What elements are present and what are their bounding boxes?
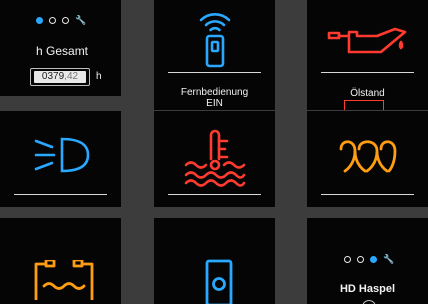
oil-status-box bbox=[344, 100, 384, 110]
page-indicator[interactable]: 🔧 bbox=[344, 255, 394, 264]
divider bbox=[168, 194, 261, 195]
oil-label: Ölstand bbox=[350, 88, 385, 99]
counter-decimal: 42 bbox=[66, 71, 79, 82]
page-indicator[interactable]: 🔧 bbox=[36, 16, 86, 25]
divider bbox=[321, 72, 414, 73]
page-dot[interactable] bbox=[36, 17, 43, 24]
haspel-indicator bbox=[362, 300, 376, 304]
tile-haspel[interactable]: 🔧 HD Haspel bbox=[307, 218, 428, 304]
page-dot[interactable] bbox=[49, 17, 56, 24]
remote-label: Fernbedienung EIN bbox=[154, 87, 275, 109]
light-label bbox=[0, 204, 121, 207]
hours-title: h Gesamt bbox=[36, 44, 89, 58]
headlight-icon bbox=[34, 137, 90, 173]
hours-unit: h bbox=[96, 71, 102, 82]
tile-glow[interactable] bbox=[307, 111, 428, 207]
page-dot[interactable] bbox=[370, 256, 377, 263]
wrench-icon[interactable]: 🔧 bbox=[75, 16, 86, 25]
haspel-title: HD Haspel bbox=[339, 283, 396, 295]
tile-tank[interactable] bbox=[0, 218, 121, 304]
tile-switch[interactable] bbox=[154, 218, 275, 304]
wrench-icon[interactable]: 🔧 bbox=[383, 255, 394, 264]
water-temperature-icon bbox=[184, 129, 246, 187]
counter-integer: 0379 bbox=[41, 71, 65, 82]
remote-label-line2: EIN bbox=[206, 98, 223, 109]
divider bbox=[168, 72, 261, 73]
tile-temperature[interactable] bbox=[154, 111, 275, 207]
remote-control-icon bbox=[199, 13, 231, 68]
dashboard-grid: 🔧 h Gesamt 0379,42 h Fernbedienung EIN Ö… bbox=[0, 0, 428, 304]
tile-remote[interactable]: Fernbedienung EIN bbox=[154, 0, 275, 110]
divider bbox=[14, 194, 107, 195]
oil-can-icon bbox=[327, 27, 407, 54]
page-dot[interactable] bbox=[357, 256, 364, 263]
water-tank-icon bbox=[34, 260, 94, 300]
tile-hours[interactable]: 🔧 h Gesamt 0379,42 h bbox=[0, 0, 121, 96]
page-dot[interactable] bbox=[344, 256, 351, 263]
tile-oil[interactable]: Ölstand bbox=[307, 0, 428, 110]
glow-plug-icon bbox=[339, 140, 397, 173]
remote-label-line1: Fernbedienung bbox=[180, 87, 249, 98]
page-dot[interactable] bbox=[62, 17, 69, 24]
toggle-switch-icon bbox=[205, 259, 233, 304]
divider bbox=[321, 194, 414, 195]
hours-counter: 0379,42 bbox=[30, 68, 90, 86]
tile-light[interactable] bbox=[0, 111, 121, 207]
